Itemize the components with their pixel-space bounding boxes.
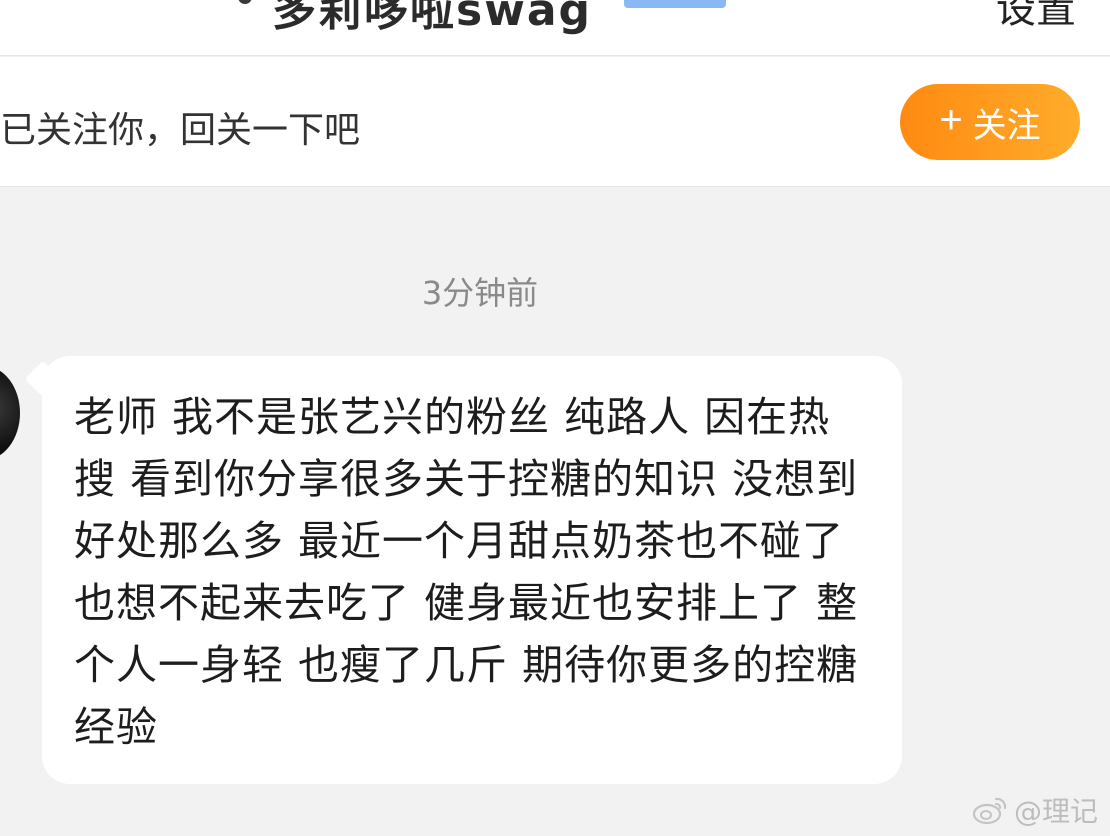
message-bubble[interactable]: 老师 我不是张艺兴的粉丝 纯路人 因在热搜 看到你分享很多关于控糖的知识 没想到… [42, 356, 902, 784]
back-indicator-icon[interactable] [238, 0, 252, 4]
message-text: 老师 我不是张艺兴的粉丝 纯路人 因在热搜 看到你分享很多关于控糖的知识 没想到… [74, 393, 859, 751]
chat-title: 多莉哆啦swag [272, 0, 593, 36]
follow-button[interactable]: + 关注 [900, 84, 1080, 160]
weibo-icon [972, 797, 1007, 825]
top-navigation-bar: 多莉哆啦swag 设置 [0, 0, 1110, 56]
sender-avatar[interactable] [0, 366, 20, 460]
watermark-text: @理记 [1013, 795, 1098, 828]
follow-back-prompt: 已关注你，回关一下吧 [0, 110, 361, 151]
message-timestamp: 3分钟前 [421, 274, 539, 312]
user-badge [624, 0, 726, 8]
follow-back-bar: 已关注你，回关一下吧 + 关注 [0, 57, 1110, 187]
settings-button[interactable]: 设置 [996, 0, 1076, 34]
follow-button-label: 关注 [972, 106, 1041, 145]
watermark: @理记 [972, 790, 1098, 830]
plus-icon: + [939, 98, 963, 142]
